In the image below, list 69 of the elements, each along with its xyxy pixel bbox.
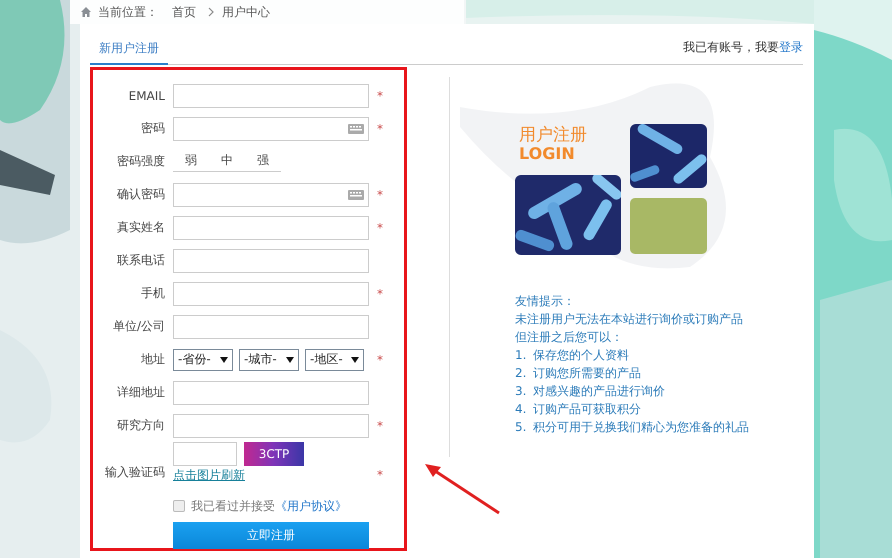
agreement-text: 我已看过并接受 (191, 498, 275, 514)
agreement-link[interactable]: 《用户协议》 (275, 498, 347, 514)
captcha-image[interactable]: 3CTP (244, 442, 304, 466)
required-mark: * (377, 122, 384, 136)
password-field[interactable] (173, 116, 369, 140)
field-label: 地址 (140, 351, 165, 368)
breadcrumb-link[interactable]: 首页 (172, 4, 196, 20)
dropdown[interactable]: -城市- (239, 348, 299, 370)
input-field[interactable] (173, 414, 369, 438)
dropdown[interactable]: -地区- (305, 348, 364, 370)
tips-item: 订购产品可获取积分 (533, 401, 641, 418)
login-prompt: 我已有账号，我要 (683, 40, 779, 54)
required-mark: * (377, 468, 384, 482)
field-label: 研究方向 (116, 417, 165, 434)
tips-text: 未注册用户无法在本站进行询价或订购产品 (515, 311, 744, 328)
checkbox[interactable] (173, 500, 185, 512)
keyboard-icon[interactable] (348, 124, 364, 134)
strength-level: 强 (256, 152, 270, 168)
promo-title: 用户注册 (519, 127, 587, 144)
field-label: 详细地址 (116, 384, 165, 401)
input-field[interactable] (173, 248, 369, 272)
item-number: 2. (515, 365, 528, 382)
home-icon (80, 6, 92, 18)
required-mark: * (377, 418, 384, 432)
input-field[interactable] (173, 380, 369, 404)
required-mark: * (377, 352, 384, 366)
required-mark: * (377, 188, 384, 202)
login-link[interactable]: 登录 (779, 40, 803, 54)
strength-level: 中 (220, 152, 234, 168)
required-mark: * (377, 220, 384, 234)
item-number: 4. (515, 401, 528, 418)
tips-item: 积分可用于兑换我们精心为您准备的礼品 (533, 419, 749, 436)
breadcrumb-link[interactable]: 用户中心 (222, 4, 270, 20)
input-field[interactable] (173, 216, 369, 240)
tips-item: 订购您所需要的产品 (533, 365, 641, 382)
input-field[interactable] (173, 84, 369, 108)
keyboard-icon[interactable] (348, 190, 364, 200)
strength-level: 弱 (184, 152, 198, 168)
captcha-field[interactable] (173, 442, 237, 466)
caret-icon (220, 356, 228, 364)
field-label: 手机 (140, 285, 165, 302)
input-field[interactable] (173, 314, 369, 338)
item-number: 5. (515, 419, 528, 436)
field-label: 联系电话 (116, 252, 165, 269)
required-mark: * (377, 286, 384, 300)
password-field[interactable] (173, 182, 369, 206)
field-label: 输入验证码 (104, 464, 165, 481)
item-number: 1. (515, 347, 528, 364)
caret-icon (286, 356, 294, 364)
field-label: 真实姓名 (116, 219, 165, 236)
field-label: 密码 (140, 120, 165, 137)
breadcrumb-label: 当前位置： (98, 4, 158, 20)
input-field[interactable] (173, 282, 369, 306)
field-label: 单位/公司 (112, 318, 165, 335)
field-label: 确认密码 (116, 186, 165, 203)
tips-item: 对感兴趣的产品进行询价 (533, 383, 665, 400)
item-number: 3. (515, 383, 528, 400)
promo-subtitle: LOGIN (519, 146, 576, 162)
required-mark: * (377, 88, 384, 102)
field-label: 密码强度 (116, 153, 165, 170)
chevron-icon (208, 7, 214, 17)
caret-icon (351, 356, 359, 364)
refresh-link[interactable]: 点击图片刷新 (173, 467, 369, 484)
field-label: EMAIL (128, 88, 165, 102)
tips-item: 保存您的个人资料 (533, 347, 629, 364)
tab[interactable]: 新用户注册 (90, 40, 168, 65)
tips-heading: 友情提示： (515, 293, 576, 310)
dropdown[interactable]: -省份- (173, 348, 233, 370)
tips-text: 但注册之后您可以： (515, 329, 624, 346)
